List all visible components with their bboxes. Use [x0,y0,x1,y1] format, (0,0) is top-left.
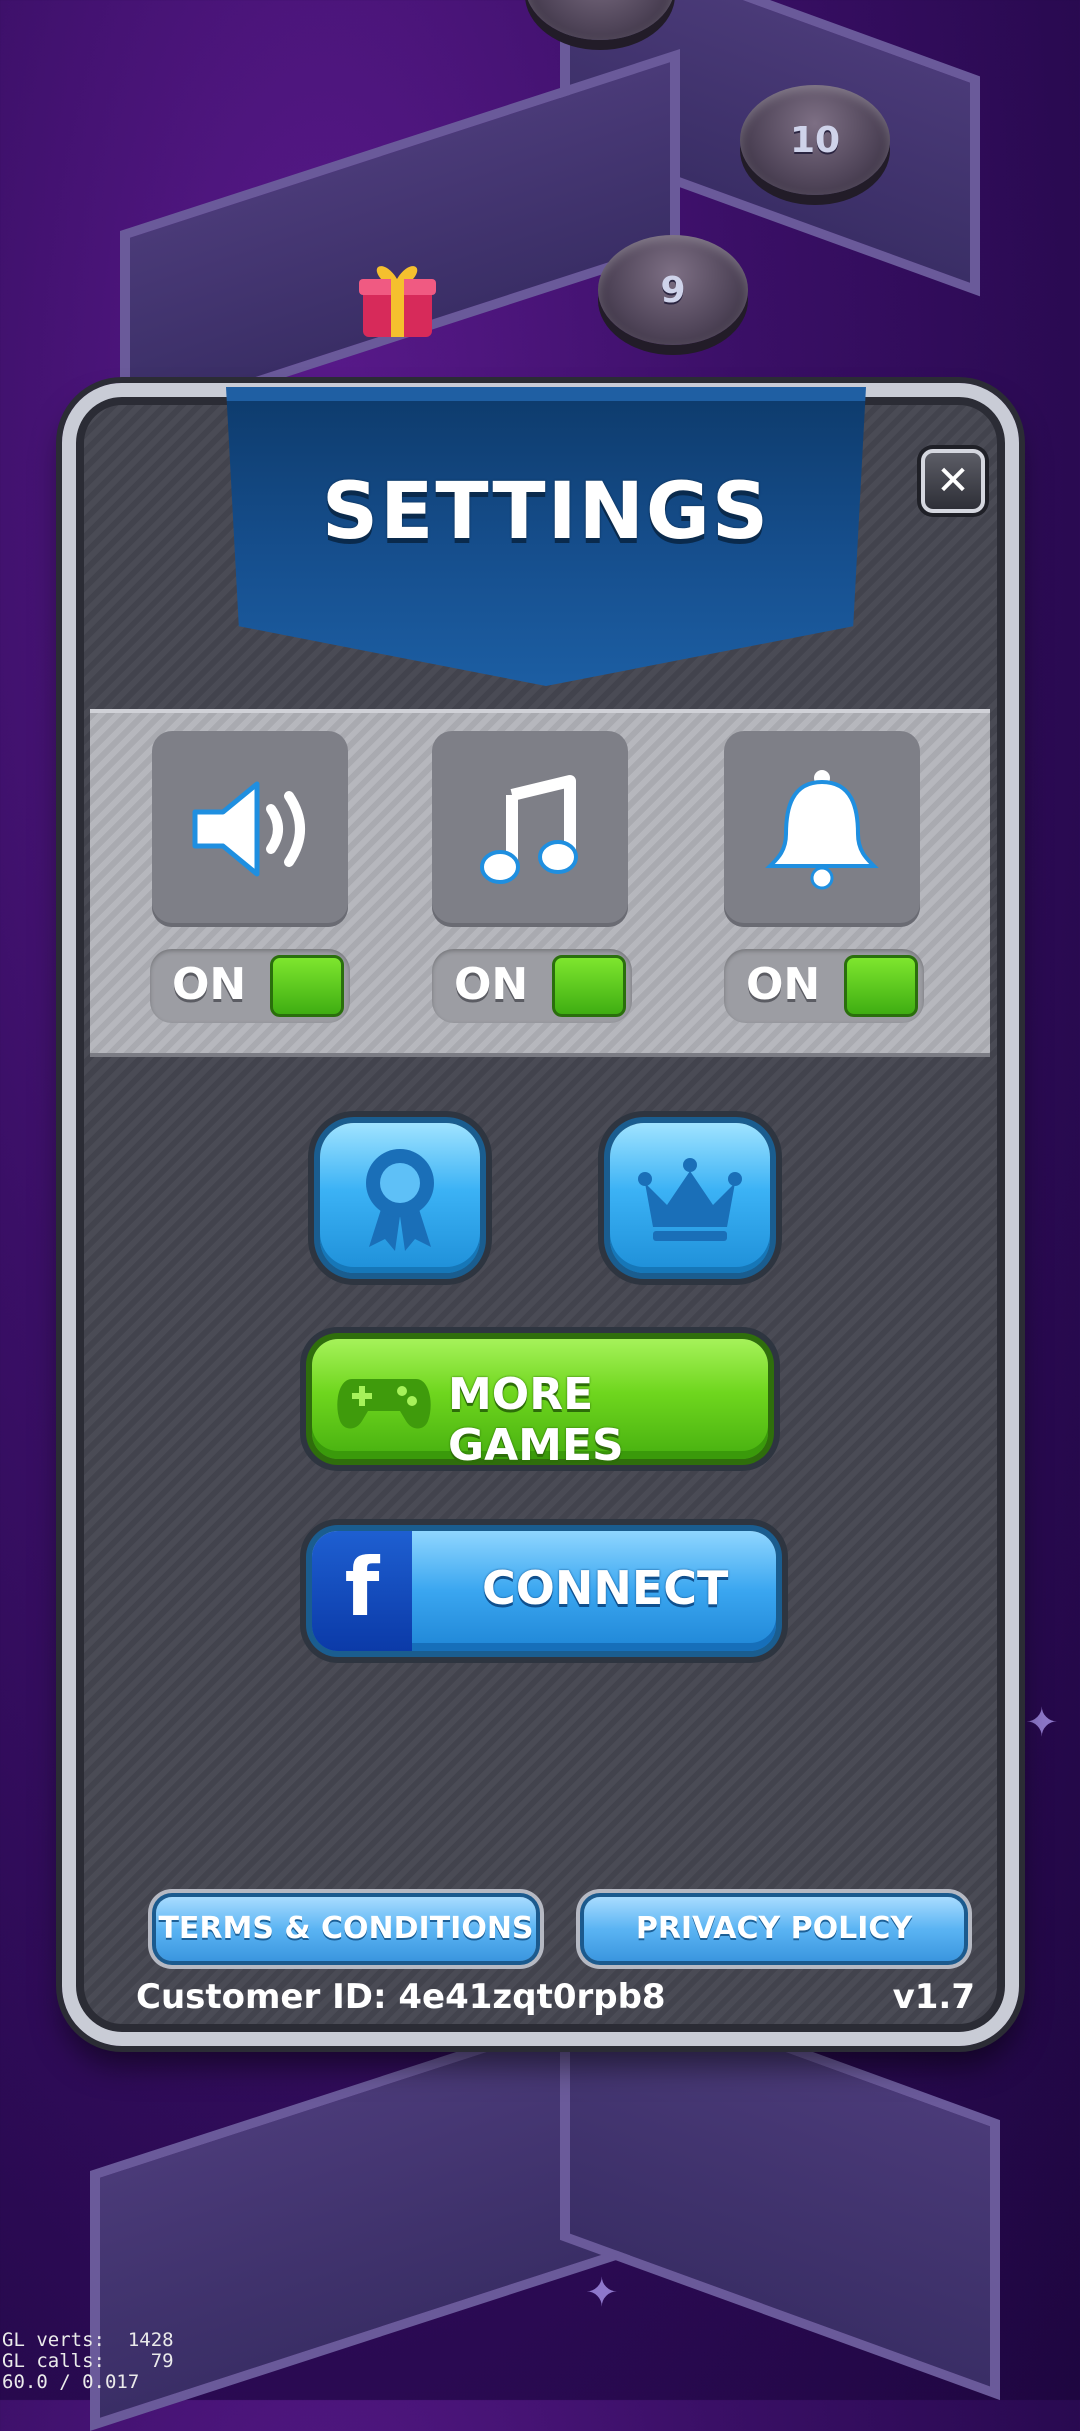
notifications-tile[interactable] [724,731,920,927]
sound-switch[interactable] [270,955,344,1017]
settings-modal: SETTINGS ✕ ON ON ON MORE GAMES f CONNECT… [62,383,1019,2046]
level-number: 9 [660,269,686,311]
speaker-icon [192,781,305,877]
sound-tile[interactable] [152,731,348,927]
ribbon-award-icon [366,1149,434,1251]
toggle-panel: ON ON ON [90,709,990,1057]
sparkle-icon: ✦ [585,2270,619,2316]
music-toggle-label: ON [454,959,529,1010]
music-toggle[interactable]: ON [432,949,632,1023]
debug-line: GL verts: 1428 [2,2329,174,2351]
music-note-icon [480,775,578,884]
facebook-icon: f [344,1541,380,1634]
music-switch[interactable] [552,955,626,1017]
close-button[interactable]: ✕ [921,449,985,513]
debug-line: 60.0 / 0.017 [2,2371,140,2393]
sparkle-icon: ✦ [1025,1700,1059,1746]
sound-toggle[interactable]: ON [150,949,350,1023]
leaderboard-button[interactable] [610,1123,770,1273]
privacy-policy-button[interactable]: PRIVACY POLICY [584,1897,964,1961]
gift-box-icon[interactable] [355,255,440,340]
more-games-label: MORE GAMES [448,1369,624,1471]
debug-line: GL calls: 79 [2,2350,174,2372]
level-node-10[interactable]: 10 [740,85,890,195]
terms-button[interactable]: TERMS & CONDITIONS [156,1897,536,1961]
level-node-9[interactable]: 9 [598,235,748,345]
bell-icon [765,770,879,890]
connect-label: CONNECT [482,1561,729,1615]
notifications-switch[interactable] [844,955,918,1017]
notifications-toggle-label: ON [746,959,821,1010]
sound-toggle-label: ON [172,959,247,1010]
version-label: v1.7 [892,1977,975,2017]
facebook-connect-button[interactable]: f CONNECT [312,1531,776,1651]
crown-icon [638,1158,742,1241]
music-tile[interactable] [432,731,628,927]
debug-overlay: GL verts: 1428 GL calls: 79 60.0 / 0.017 [2,2330,174,2393]
more-games-button[interactable]: MORE GAMES [312,1339,768,1471]
settings-title: SETTINGS [321,467,771,557]
notifications-toggle[interactable]: ON [724,949,924,1023]
level-number: 10 [789,119,841,161]
gamepad-icon [337,1379,431,1429]
customer-id: Customer ID: 4e41zqt0rpb8 [136,1977,666,2017]
achievements-button[interactable] [320,1123,480,1273]
map-path-segment [120,49,680,431]
